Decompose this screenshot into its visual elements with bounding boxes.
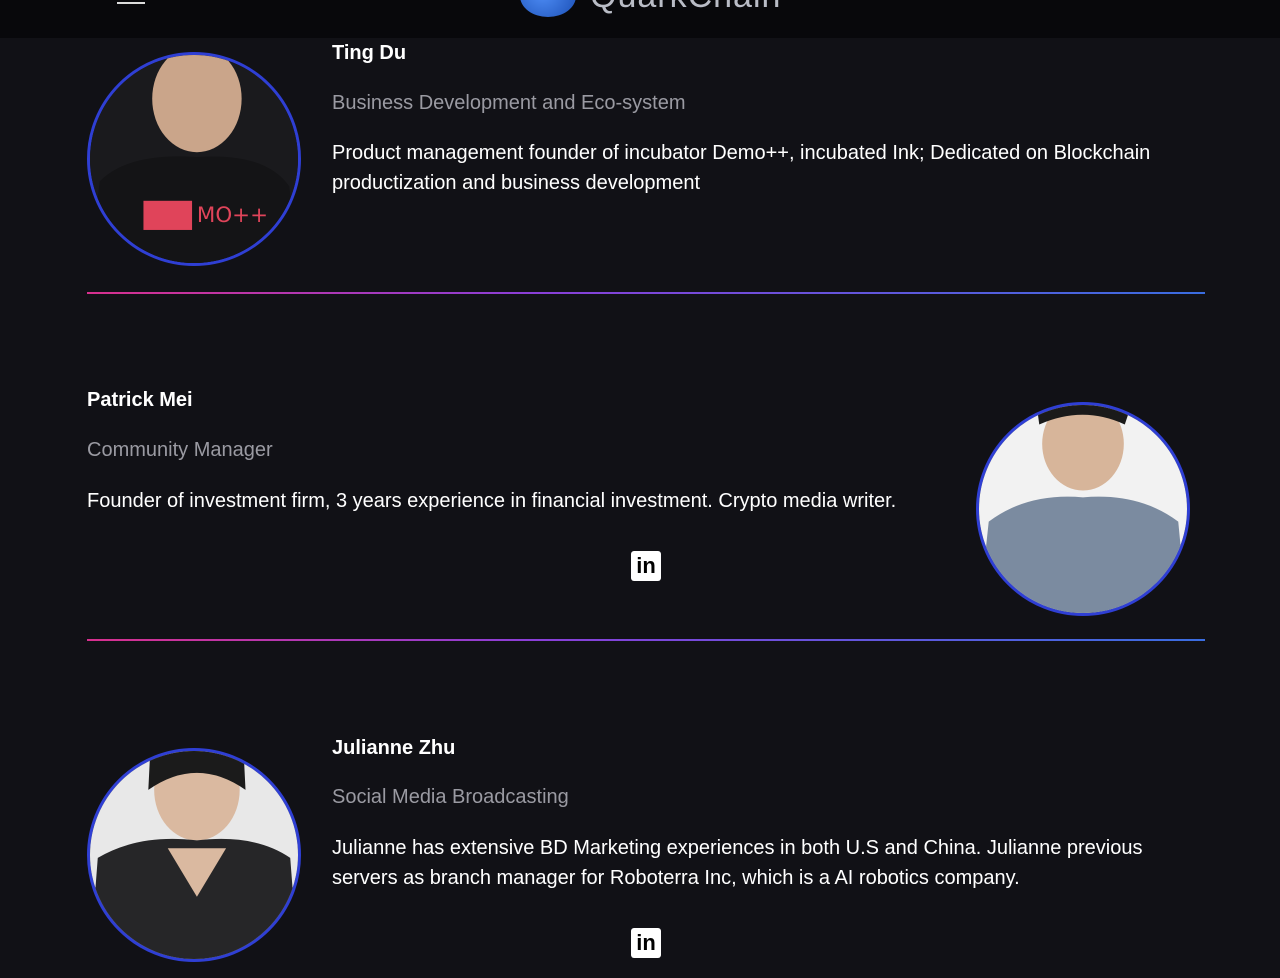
member-role: Community Manager (87, 439, 273, 461)
member-name: Ting Du (332, 42, 407, 64)
member-role: Social Media Broadcasting (332, 786, 569, 808)
section-divider (87, 292, 1205, 294)
member-role: Business Development and Eco-system (332, 92, 686, 114)
member-name: Julianne Zhu (332, 737, 456, 759)
avatar (976, 402, 1190, 616)
section-divider (87, 639, 1205, 641)
avatar: MO++ (87, 52, 301, 266)
avatar (87, 748, 301, 962)
top-navigation-bar: QuarkChain (0, 0, 1280, 38)
brand-logo (520, 0, 576, 17)
member-bio: Founder of investment firm, 3 years expe… (87, 490, 897, 512)
member-bio: Product management founder of incubator … (332, 142, 1151, 194)
member-bio: Julianne has extensive BD Marketing expe… (332, 837, 1143, 889)
linkedin-icon[interactable]: in (631, 928, 661, 958)
linkedin-icon[interactable]: in (631, 551, 661, 581)
brand-name: QuarkChain (590, 0, 781, 16)
svg-text:MO++: MO++ (197, 203, 268, 228)
brand[interactable]: QuarkChain (520, 0, 781, 18)
hamburger-menu-icon[interactable] (117, 0, 145, 4)
member-name: Patrick Mei (87, 389, 193, 411)
